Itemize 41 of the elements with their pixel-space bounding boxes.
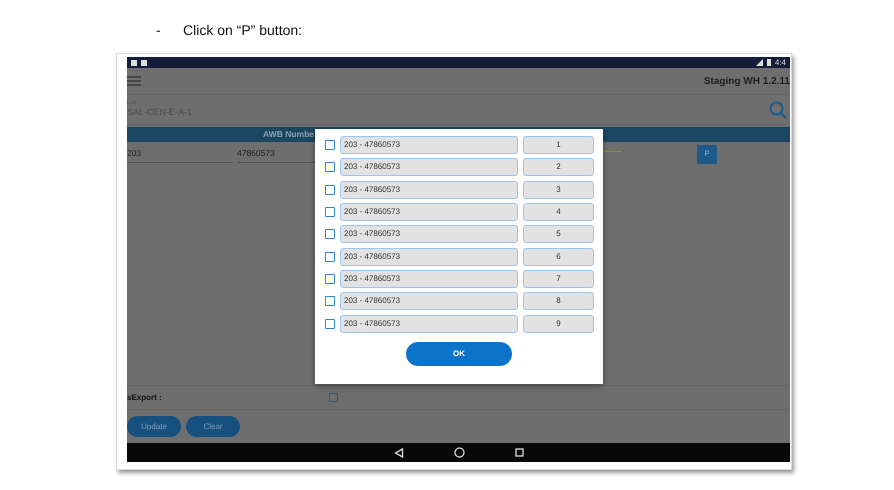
piece-field[interactable]: 1 [523, 136, 594, 154]
instruction-text: Click on “P” button: [183, 22, 302, 38]
export-checkbox[interactable] [329, 393, 338, 402]
piece-field[interactable]: 6 [523, 248, 594, 266]
awb-field[interactable]: 203 - 47860573 [340, 225, 518, 244]
checkbox[interactable] [325, 318, 335, 329]
column-header: AWB Numbe [262, 128, 315, 141]
checkbox[interactable] [325, 140, 335, 150]
piece-field[interactable]: 7 [523, 270, 594, 288]
recents-icon[interactable] [514, 448, 524, 457]
awb-field[interactable]: 203 - 47860573 [340, 292, 518, 310]
checkbox[interactable] [325, 184, 335, 195]
checkbox[interactable] [325, 252, 335, 262]
awb-field[interactable]: 203 - 47860573 [340, 270, 518, 288]
battery-icon [766, 59, 771, 66]
checkbox[interactable] [325, 207, 335, 218]
checkbox[interactable] [325, 229, 335, 240]
awb-field[interactable]: 203 - 47860573 [340, 248, 518, 266]
clock-time: 4:4 [774, 58, 786, 66]
awb-field[interactable]: 203 - 47860573 [340, 203, 518, 222]
awb-field[interactable]: 203 - 47860573 [340, 314, 518, 333]
signal-icon [756, 59, 763, 66]
bullet-dash: - [156, 21, 162, 40]
checkbox[interactable] [325, 296, 335, 306]
awb-field[interactable]: 203 - 47860573 [340, 180, 518, 199]
app-title: Staging WH 1.2.11 [704, 74, 790, 88]
home-icon[interactable] [454, 447, 464, 458]
awb-field[interactable]: 203 - 47860573 [340, 136, 518, 154]
export-label: sExport : [127, 392, 163, 404]
piece-field[interactable]: 2 [523, 158, 594, 176]
menu-icon[interactable] [127, 76, 141, 86]
piece-field[interactable]: 4 [523, 203, 594, 222]
awb-field[interactable]: 203 - 47860573 [340, 158, 518, 176]
ok-button[interactable]: OK [406, 342, 512, 366]
piece-field[interactable]: 5 [523, 225, 594, 244]
piece-field[interactable]: 9 [523, 314, 594, 333]
checkbox[interactable] [325, 274, 335, 284]
piece-field[interactable]: 3 [523, 180, 594, 199]
checkbox[interactable] [325, 162, 335, 172]
piece-field[interactable]: 8 [523, 292, 594, 310]
back-icon[interactable] [394, 448, 404, 458]
